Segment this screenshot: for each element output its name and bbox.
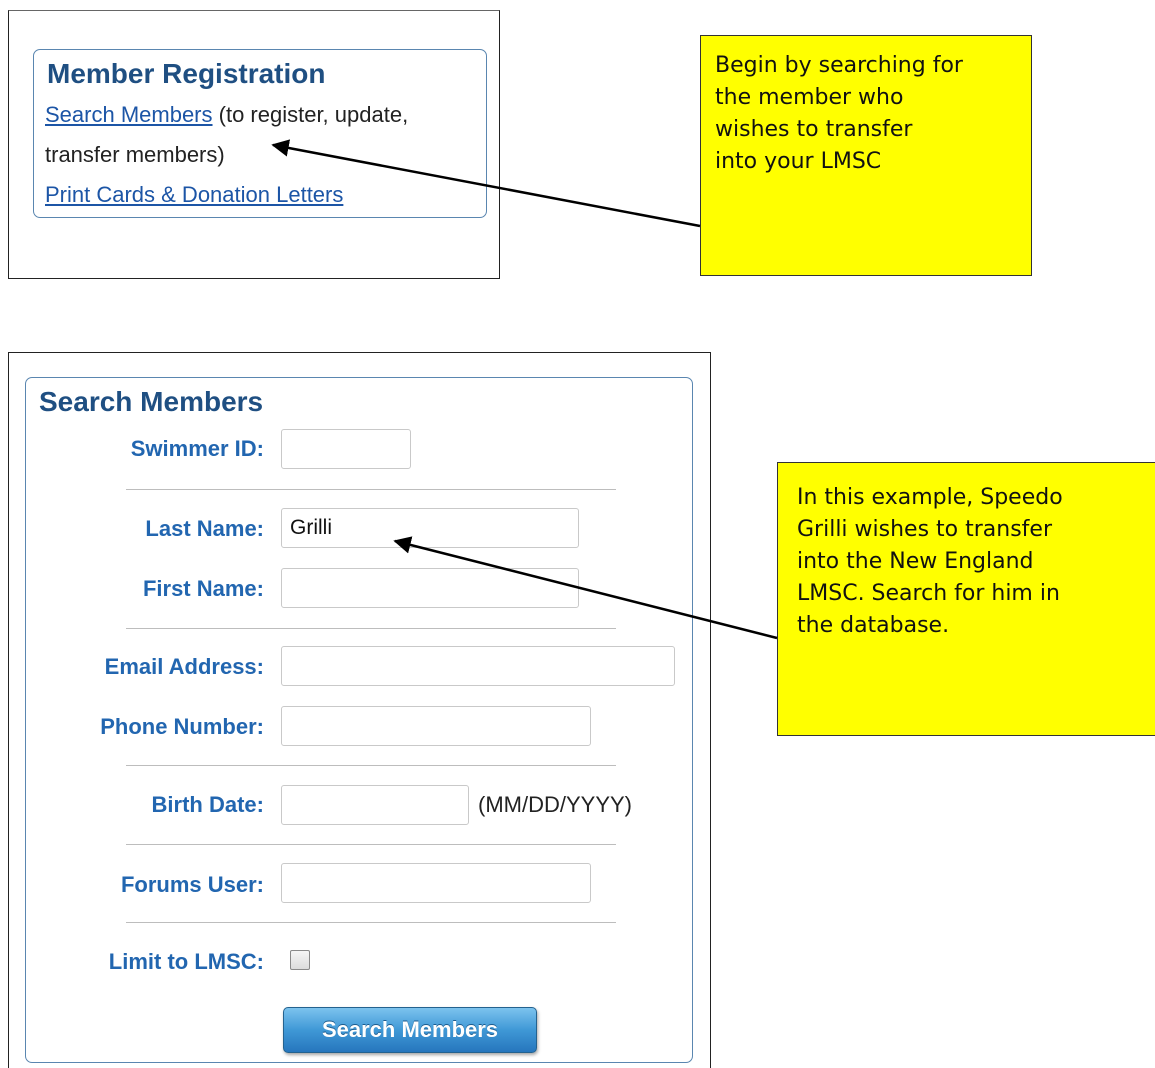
last-name-input[interactable] — [281, 508, 579, 548]
search-members-link[interactable]: Search Members — [45, 102, 213, 127]
callout-begin-search: Begin by searching for the member who wi… — [700, 35, 1032, 276]
search-members-button[interactable]: Search Members — [283, 1007, 537, 1053]
search-members-title: Search Members — [39, 386, 264, 417]
callout-line: Begin by searching for — [715, 53, 963, 78]
divider — [126, 489, 616, 490]
limit-to-lmsc-checkbox[interactable] — [290, 950, 310, 970]
callout-line: into the New England — [797, 549, 1034, 574]
print-cards-line: Print Cards & Donation Letters — [45, 182, 343, 208]
birth-date-input[interactable] — [281, 785, 469, 825]
divider — [126, 922, 616, 923]
email-address-input[interactable] — [281, 646, 675, 686]
birth-date-format-hint: (MM/DD/YYYY) — [478, 792, 632, 817]
last-name-label: Last Name: — [145, 516, 264, 541]
callout-line: the database. — [797, 613, 950, 638]
search-members-note-2: transfer members) — [45, 142, 225, 167]
search-members-note-1: (to register, update, — [212, 102, 409, 127]
callout-line: the member who — [715, 85, 904, 110]
first-name-label: First Name: — [142, 576, 264, 601]
swimmer-id-label: Swimmer ID: — [130, 436, 264, 461]
divider — [126, 765, 616, 766]
divider — [126, 844, 616, 845]
callout-line: LMSC. Search for him in — [797, 581, 1060, 606]
forums-user-label: Forums User: — [120, 872, 264, 897]
member-registration-panel: Member Registration Search Members (to r… — [33, 49, 487, 218]
forums-user-input[interactable] — [281, 863, 591, 903]
divider — [126, 628, 616, 629]
print-cards-link[interactable]: Print Cards & Donation Letters — [45, 182, 343, 207]
phone-number-label: Phone Number: — [100, 714, 264, 739]
limit-to-lmsc-label: Limit to LMSC: — [108, 949, 264, 974]
member-registration-title: Member Registration — [47, 58, 326, 89]
phone-number-input[interactable] — [281, 706, 591, 746]
search-members-screenshot: Search Members Swimmer ID: Last Name: Fi… — [8, 352, 711, 1068]
search-members-line: Search Members (to register, update, — [45, 102, 408, 128]
callout-example: In this example, Speedo Grilli wishes to… — [777, 462, 1155, 736]
member-registration-screenshot: Member Registration Search Members (to r… — [8, 10, 500, 279]
email-address-label: Email Address: — [104, 654, 264, 679]
callout-line: Grilli wishes to transfer — [797, 517, 1052, 542]
callout-line: In this example, Speedo — [797, 485, 1063, 510]
callout-line: into your LMSC — [715, 149, 882, 174]
swimmer-id-input[interactable] — [281, 429, 411, 469]
first-name-input[interactable] — [281, 568, 579, 608]
search-members-panel: Search Members Swimmer ID: Last Name: Fi… — [25, 377, 693, 1063]
birth-date-label: Birth Date: — [151, 792, 264, 817]
callout-line: wishes to transfer — [715, 117, 913, 142]
